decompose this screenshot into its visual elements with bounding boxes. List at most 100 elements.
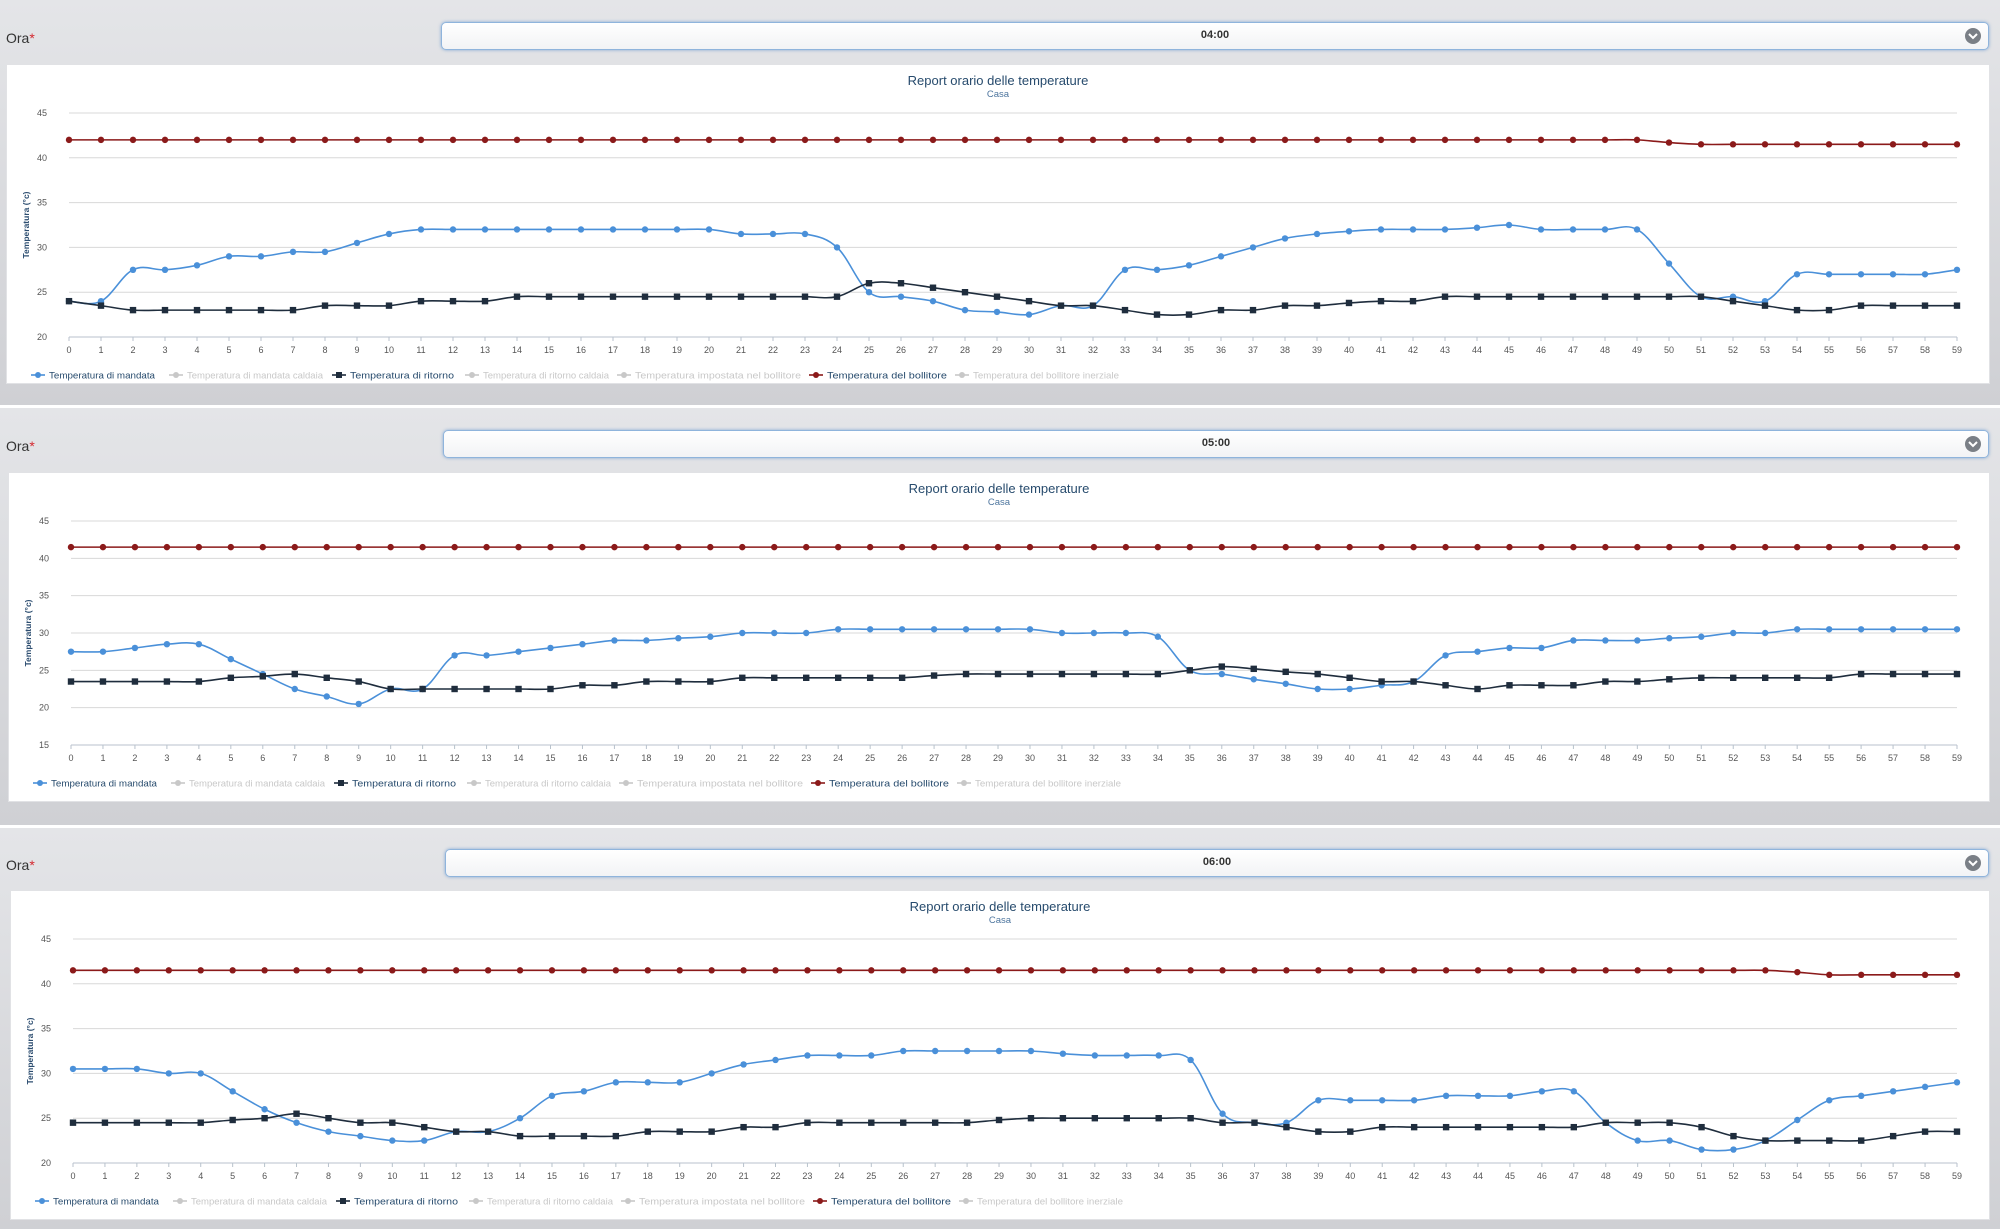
- data-point: [580, 1132, 588, 1140]
- data-point: [612, 967, 620, 974]
- line-chart: Report orario delle temperatureCasa20253…: [21, 73, 1962, 382]
- data-point: [1057, 302, 1065, 309]
- x-tick-label: 37: [1248, 345, 1258, 355]
- data-point: [259, 673, 266, 680]
- y-tick-label: 30: [37, 242, 47, 252]
- data-point: [1473, 224, 1481, 231]
- chevron-down-icon[interactable]: [1964, 27, 1982, 45]
- x-tick-label: 41: [1376, 345, 1386, 355]
- data-point: [1281, 136, 1289, 144]
- legend-marker: [815, 780, 821, 786]
- x-tick-label: 35: [1184, 345, 1194, 355]
- chevron-down-icon[interactable]: [1964, 435, 1982, 453]
- y-tick-label: 40: [37, 153, 47, 163]
- data-point: [1761, 141, 1769, 148]
- hour-select[interactable]: 06:00: [445, 849, 1989, 877]
- data-point: [1889, 271, 1897, 278]
- data-point: [1889, 543, 1897, 551]
- data-point: [1250, 543, 1257, 551]
- x-tick-label: 27: [928, 345, 938, 355]
- data-point: [1953, 670, 1961, 678]
- x-tick-label: 16: [579, 1171, 589, 1181]
- data-point: [161, 306, 169, 314]
- data-point: [1921, 141, 1929, 148]
- x-tick-label: 29: [992, 345, 1002, 355]
- hour-select-value: 06:00: [1202, 856, 1232, 868]
- data-point: [197, 1070, 204, 1077]
- legend-marker: [39, 1198, 45, 1204]
- data-point: [866, 543, 874, 551]
- x-tick-label: 39: [1313, 1171, 1323, 1181]
- data-point: [1441, 293, 1449, 300]
- data-point: [804, 967, 811, 974]
- data-point: [579, 641, 586, 648]
- data-point: [257, 136, 265, 144]
- data-point: [1602, 637, 1609, 644]
- data-point: [516, 967, 524, 974]
- data-point: [291, 670, 298, 678]
- x-tick-label: 44: [1473, 753, 1483, 763]
- data-point: [673, 293, 681, 300]
- legend-item: Temperatura di mandata caldaia: [191, 1197, 328, 1208]
- data-point: [1697, 141, 1705, 148]
- y-tick-label: 35: [37, 198, 47, 208]
- data-point: [1825, 141, 1833, 148]
- data-point: [1410, 967, 1418, 974]
- data-point: [1282, 680, 1289, 687]
- data-point: [1185, 262, 1193, 269]
- data-point: [772, 1056, 779, 1064]
- data-point: [1474, 1123, 1482, 1131]
- data-point: [163, 641, 171, 648]
- data-point: [993, 293, 1001, 300]
- data-point: [1730, 629, 1737, 637]
- data-point: [1185, 136, 1193, 144]
- ora-label: Ora*: [6, 30, 35, 46]
- data-point: [612, 1132, 620, 1140]
- data-point: [289, 306, 297, 314]
- data-point: [69, 967, 77, 974]
- data-point: [1825, 674, 1833, 681]
- hour-select[interactable]: 04:00: [441, 22, 1989, 50]
- data-point: [101, 967, 109, 974]
- data-point: [865, 289, 873, 296]
- x-tick-label: 33: [1122, 1171, 1132, 1181]
- chevron-down-icon[interactable]: [1964, 854, 1982, 872]
- data-point: [193, 136, 201, 144]
- data-point: [931, 1119, 939, 1126]
- data-point: [387, 685, 394, 693]
- data-point: [163, 678, 171, 685]
- x-tick-label: 51: [1696, 753, 1706, 763]
- data-point: [995, 1047, 1003, 1055]
- x-tick-label: 56: [1856, 753, 1866, 763]
- x-tick-label: 59: [1952, 753, 1962, 763]
- legend-marker: [336, 372, 342, 378]
- x-tick-label: 28: [960, 345, 970, 355]
- x-tick-label: 16: [577, 753, 587, 763]
- y-tick-label: 25: [41, 1113, 51, 1123]
- data-point: [1153, 266, 1161, 273]
- x-tick-label: 52: [1728, 345, 1738, 355]
- x-tick-label: 18: [640, 345, 650, 355]
- data-point: [325, 1128, 332, 1135]
- series-line: [73, 969, 1957, 976]
- data-point: [1634, 1119, 1641, 1126]
- x-tick-label: 43: [1440, 345, 1450, 355]
- x-tick-label: 54: [1792, 345, 1802, 355]
- data-point: [1506, 1092, 1514, 1099]
- x-tick-label: 46: [1536, 753, 1546, 763]
- data-point: [1187, 1056, 1194, 1064]
- data-point: [1953, 141, 1961, 148]
- data-point: [771, 629, 778, 637]
- data-point: [1633, 293, 1641, 300]
- x-tick-label: 31: [1058, 1171, 1068, 1181]
- x-tick-label: 48: [1600, 345, 1610, 355]
- data-point: [133, 1119, 141, 1126]
- data-point: [961, 289, 969, 296]
- data-point: [1665, 260, 1673, 267]
- hour-select[interactable]: 05:00: [443, 430, 1989, 458]
- data-point: [355, 678, 362, 685]
- x-tick-label: 13: [480, 345, 490, 355]
- data-point: [707, 633, 714, 640]
- data-point: [1218, 543, 1225, 551]
- x-tick-label: 54: [1792, 1171, 1802, 1181]
